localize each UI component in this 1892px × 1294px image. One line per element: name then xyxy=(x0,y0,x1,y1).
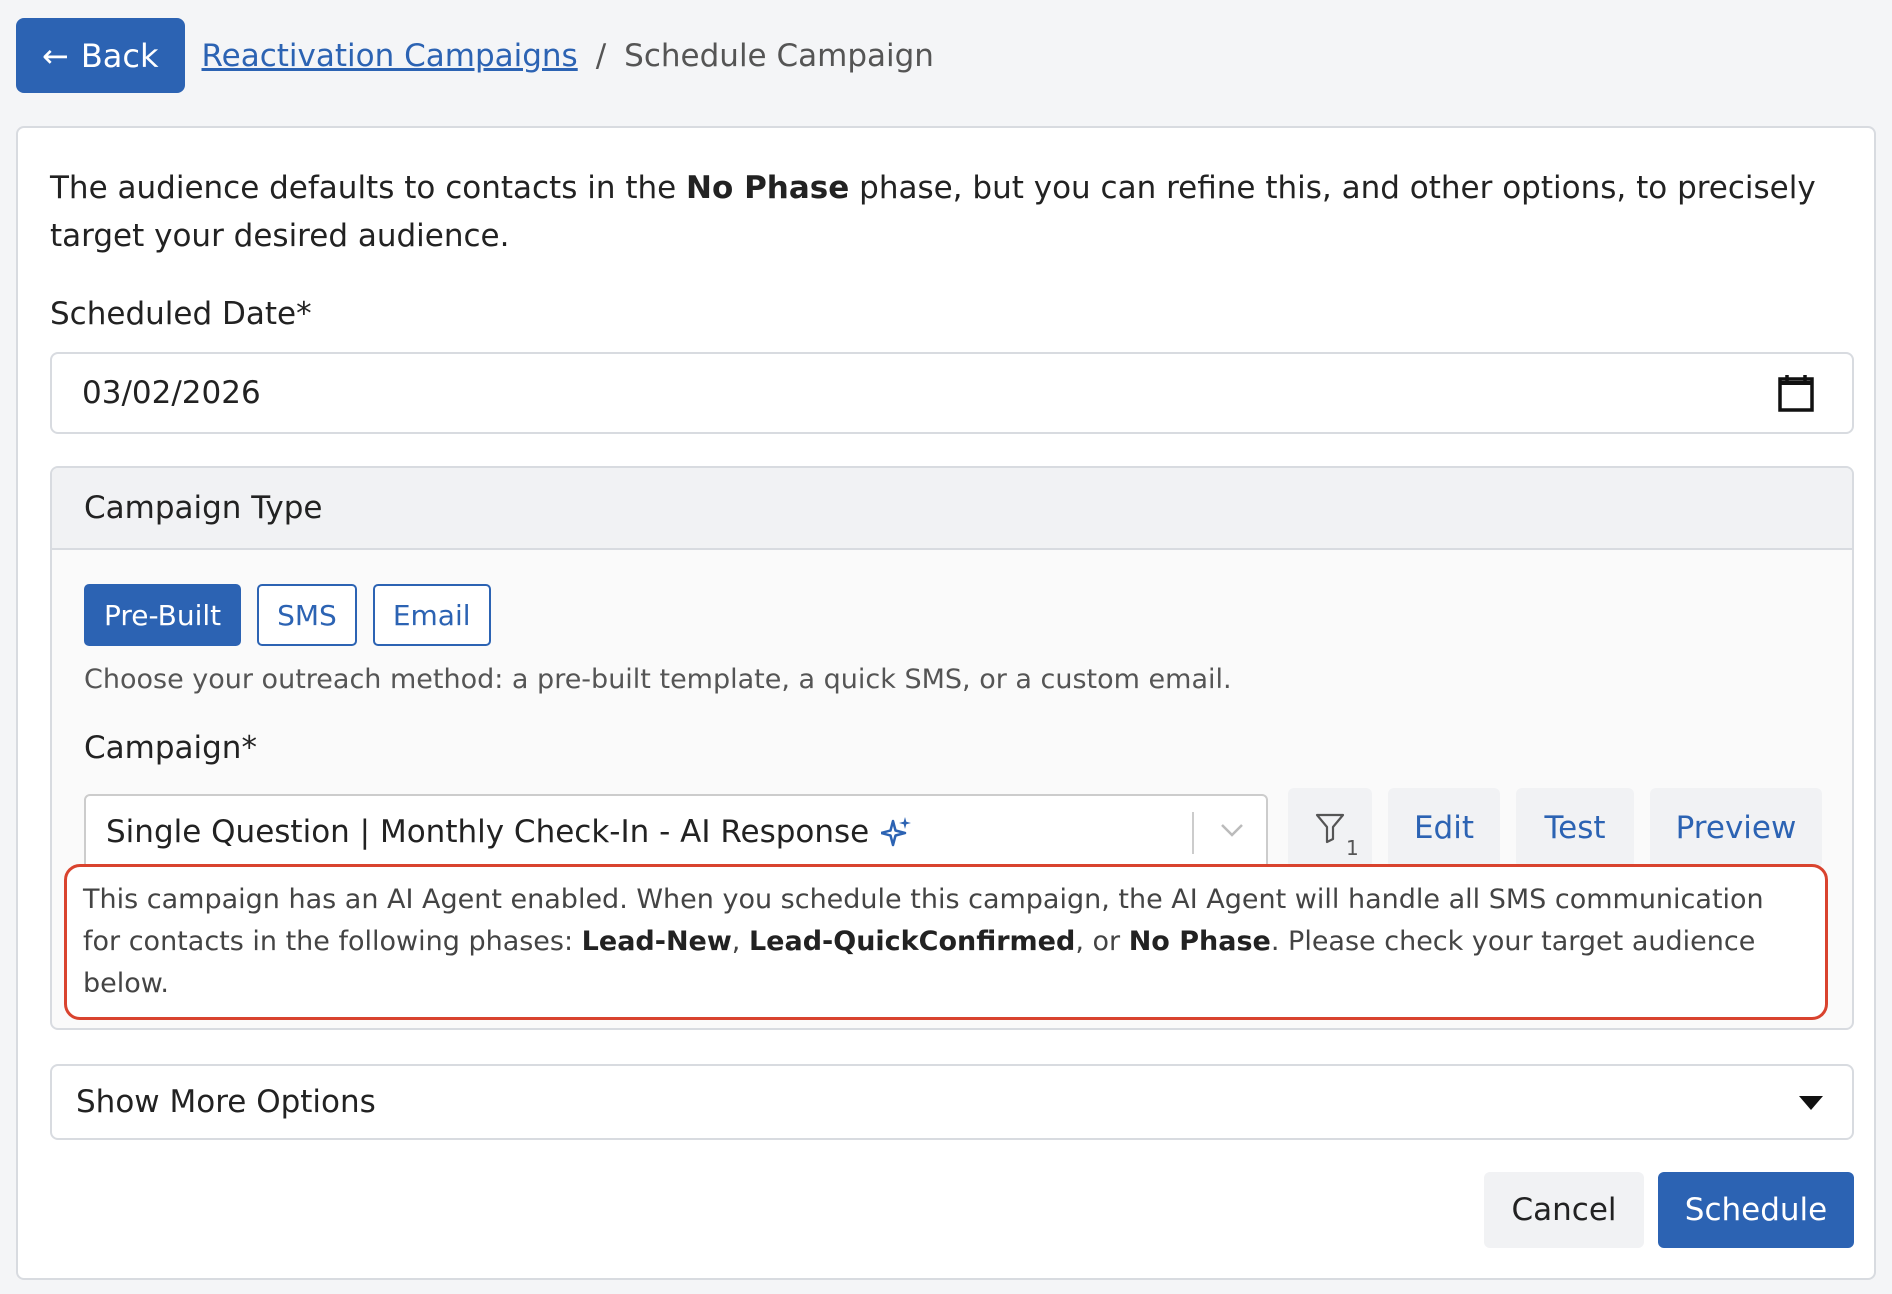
campaign-type-panel: Campaign Type Pre-Built SMS Email Choose… xyxy=(50,466,1854,1030)
alert-sep-1: , xyxy=(731,926,749,957)
cancel-button[interactable]: Cancel xyxy=(1484,1172,1644,1248)
scheduled-date-value: 03/02/2026 xyxy=(82,375,261,411)
select-divider xyxy=(1192,812,1194,854)
campaign-type-header: Campaign Type xyxy=(52,468,1852,550)
ai-agent-alert: This campaign has an AI Agent enabled. W… xyxy=(64,864,1828,1020)
campaign-select[interactable]: Single Question | Monthly Check-In - AI … xyxy=(84,794,1268,870)
filter-button[interactable]: 1 xyxy=(1288,788,1372,868)
campaign-type-buttons: Pre-Built SMS Email xyxy=(84,584,491,646)
schedule-button[interactable]: Schedule xyxy=(1658,1172,1854,1248)
show-more-options[interactable]: Show More Options xyxy=(50,1064,1854,1140)
type-prebuilt-button[interactable]: Pre-Built xyxy=(84,584,242,646)
intro-text-before: The audience defaults to contacts in the xyxy=(50,170,687,206)
caret-down-icon xyxy=(1799,1096,1823,1110)
test-campaign-button[interactable]: Test xyxy=(1516,788,1634,868)
alert-sep-2: , or xyxy=(1075,926,1129,957)
edit-campaign-button[interactable]: Edit xyxy=(1388,788,1500,868)
filter-icon xyxy=(1315,813,1345,844)
breadcrumb-current: Schedule Campaign xyxy=(624,37,934,74)
audience-intro: The audience defaults to contacts in the… xyxy=(50,164,1850,260)
type-email-button[interactable]: Email xyxy=(372,584,491,646)
sparkle-icon xyxy=(881,817,912,847)
calendar-icon[interactable] xyxy=(1778,374,1814,412)
campaign-type-help: Choose your outreach method: a pre-built… xyxy=(84,664,1232,695)
breadcrumb-reactivation-campaigns[interactable]: Reactivation Campaigns xyxy=(202,38,578,74)
filter-count: 1 xyxy=(1346,836,1359,860)
back-button[interactable]: ← Back xyxy=(16,18,185,93)
show-more-options-label: Show More Options xyxy=(76,1084,376,1120)
breadcrumb-separator: / xyxy=(595,37,607,74)
scheduled-date-input[interactable]: 03/02/2026 xyxy=(50,352,1854,434)
alert-phase-no-phase: No Phase xyxy=(1128,926,1271,957)
campaign-label: Campaign* xyxy=(84,730,257,766)
arrow-left-icon: ← xyxy=(42,36,69,75)
chevron-down-icon[interactable] xyxy=(1220,822,1244,838)
type-sms-button[interactable]: SMS xyxy=(257,584,357,646)
alert-phase-lead-quickconfirmed: Lead-QuickConfirmed xyxy=(748,926,1076,957)
campaign-selected-value: Single Question | Monthly Check-In - AI … xyxy=(106,814,870,850)
schedule-card: The audience defaults to contacts in the… xyxy=(16,126,1876,1280)
preview-campaign-button[interactable]: Preview xyxy=(1650,788,1822,868)
back-label: Back xyxy=(80,36,159,75)
top-bar: ← Back Reactivation Campaigns / Schedule… xyxy=(16,18,934,93)
alert-phase-lead-new: Lead-New xyxy=(581,926,732,957)
intro-phase: No Phase xyxy=(686,170,850,206)
scheduled-date-label: Scheduled Date* xyxy=(50,296,312,332)
